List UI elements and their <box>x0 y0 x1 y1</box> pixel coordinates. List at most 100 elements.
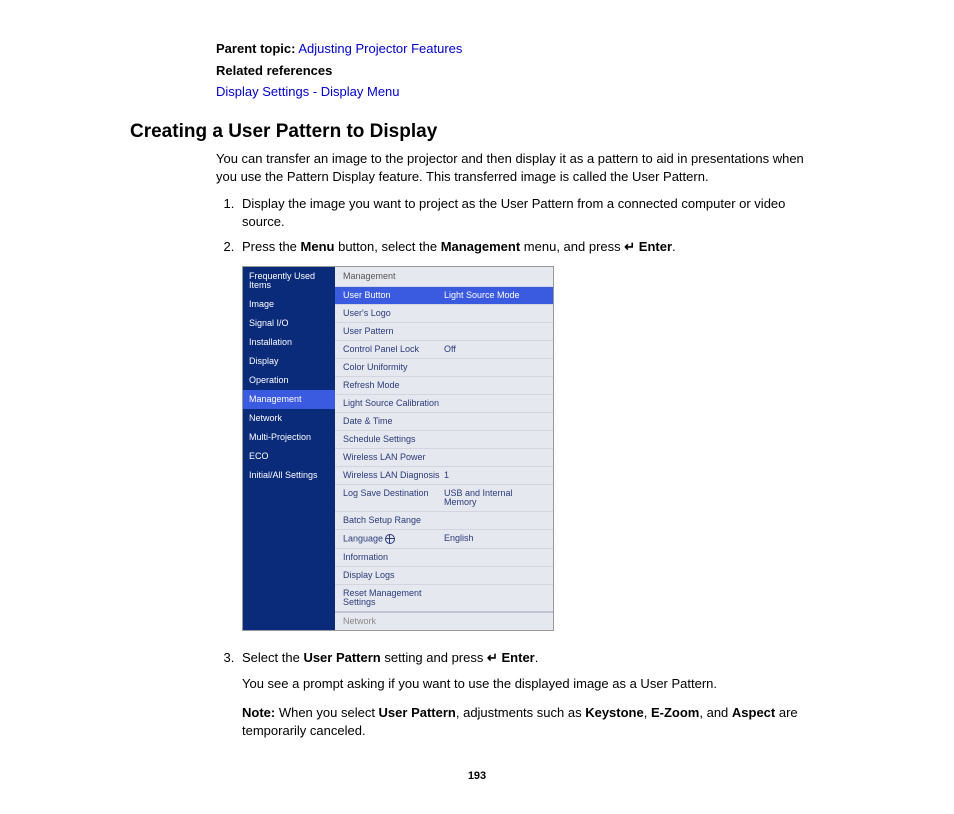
related-references-label: Related references <box>216 62 824 80</box>
menu-panel-item-label: User Button <box>343 291 444 300</box>
menu-panel-item-value <box>444 327 545 336</box>
menu-panel-item-value: USB and Internal Memory <box>444 489 545 507</box>
menu-panel-item: LanguageEnglish <box>335 529 553 548</box>
menu-panel-item-label: Display Logs <box>343 571 444 580</box>
step-3: Select the User Pattern setting and pres… <box>238 649 824 739</box>
step-2-text-a: Press the <box>242 239 301 254</box>
menu-sidebar-item: Management <box>243 390 335 409</box>
menu-panel-header: Management <box>335 267 553 286</box>
menu-panel-item: User's Logo <box>335 304 553 322</box>
intro-paragraph: You can transfer an image to the project… <box>216 150 824 185</box>
menu-panel-item-value <box>444 363 545 372</box>
step-3-text-a: Select the <box>242 650 303 665</box>
menu-panel-item: User Pattern <box>335 322 553 340</box>
page-title: Creating a User Pattern to Display <box>130 119 824 145</box>
step-2-text-e: menu, and press <box>520 239 624 254</box>
step-2-end: . <box>672 239 676 254</box>
menu-panel-item-value <box>444 589 545 607</box>
note-label: Note: <box>242 705 275 720</box>
note-user-pattern-bold: User Pattern <box>379 705 456 720</box>
step-2-text-c: button, select the <box>334 239 440 254</box>
menu-panel-item-label: Wireless LAN Diagnosis <box>343 471 444 480</box>
step-2-enter-bold: Enter <box>639 239 672 254</box>
enter-icon: ↵ <box>487 650 498 665</box>
menu-panel-item: Wireless LAN Power <box>335 448 553 466</box>
note-keystone-bold: Keystone <box>585 705 644 720</box>
menu-panel-item: Refresh Mode <box>335 376 553 394</box>
menu-panel-item-value: 1 <box>444 471 545 480</box>
menu-panel-item: Date & Time <box>335 412 553 430</box>
menu-panel-item-label: Reset Management Settings <box>343 589 444 607</box>
menu-sidebar-item: Operation <box>243 371 335 390</box>
related-references-link[interactable]: Display Settings - Display Menu <box>216 84 400 99</box>
menu-panel-item-value <box>444 399 545 408</box>
menu-panel-item: Schedule Settings <box>335 430 553 448</box>
note-aspect-bold: Aspect <box>732 705 775 720</box>
menu-panel-item: Control Panel LockOff <box>335 340 553 358</box>
menu-sidebar-item: Installation <box>243 333 335 352</box>
menu-panel-item-value <box>444 381 545 390</box>
menu-panel-item-label: Light Source Calibration <box>343 399 444 408</box>
top-metadata: Parent topic: Adjusting Projector Featur… <box>216 40 824 101</box>
menu-panel-item-label: Wireless LAN Power <box>343 453 444 462</box>
step-1: Display the image you want to project as… <box>238 195 824 230</box>
step-3-end: . <box>535 650 539 665</box>
menu-sidebar-item: Display <box>243 352 335 371</box>
note-ezoom-bold: E-Zoom <box>651 705 699 720</box>
menu-panel-item: Color Uniformity <box>335 358 553 376</box>
menu-sidebar-item: Network <box>243 409 335 428</box>
menu-panel-item: Wireless LAN Diagnosis1 <box>335 466 553 484</box>
step-2: Press the Menu button, select the Manage… <box>238 238 824 631</box>
menu-panel-footer: Network <box>335 611 553 630</box>
menu-panel-item-value <box>444 553 545 562</box>
menu-panel: Management User ButtonLight Source ModeU… <box>335 267 553 630</box>
menu-panel-item-value <box>444 309 545 318</box>
menu-sidebar-item: Signal I/O <box>243 314 335 333</box>
page-number: 193 <box>130 769 824 784</box>
menu-panel-item-label: User Pattern <box>343 327 444 336</box>
menu-panel-item-label: Log Save Destination <box>343 489 444 507</box>
step-3-enter-bold: Enter <box>502 650 535 665</box>
menu-panel-item-value: Off <box>444 345 545 354</box>
step-3-text-c: setting and press <box>381 650 487 665</box>
menu-panel-item-value <box>444 417 545 426</box>
globe-icon <box>385 534 395 544</box>
enter-icon: ↵ <box>624 239 635 254</box>
menu-panel-item-label: Language <box>343 534 444 544</box>
menu-sidebar-item: Frequently Used Items <box>243 267 335 295</box>
menu-panel-item-label: Control Panel Lock <box>343 345 444 354</box>
menu-panel-item: Log Save DestinationUSB and Internal Mem… <box>335 484 553 511</box>
parent-topic-label: Parent topic: <box>216 41 295 56</box>
menu-sidebar-item: Image <box>243 295 335 314</box>
menu-panel-item: User ButtonLight Source Mode <box>335 286 553 304</box>
menu-panel-item: Light Source Calibration <box>335 394 553 412</box>
menu-panel-item-value <box>444 516 545 525</box>
menu-panel-item-label: Refresh Mode <box>343 381 444 390</box>
menu-panel-footer-label: Network <box>343 617 545 626</box>
menu-panel-item-label: Date & Time <box>343 417 444 426</box>
menu-panel-item-value <box>444 571 545 580</box>
menu-panel-item-label: Color Uniformity <box>343 363 444 372</box>
step-3-subtext: You see a prompt asking if you want to u… <box>242 675 824 693</box>
menu-panel-item: Reset Management Settings <box>335 584 553 611</box>
parent-topic-link[interactable]: Adjusting Projector Features <box>298 41 462 56</box>
menu-panel-item: Display Logs <box>335 566 553 584</box>
note-text-h: , and <box>699 705 732 720</box>
menu-sidebar-item: ECO <box>243 447 335 466</box>
menu-panel-item-label: Schedule Settings <box>343 435 444 444</box>
menu-sidebar-item: Multi-Projection <box>243 428 335 447</box>
menu-panel-item-value: Light Source Mode <box>444 291 545 300</box>
steps-list: Display the image you want to project as… <box>216 195 824 739</box>
menu-sidebar-item: Initial/All Settings <box>243 466 335 485</box>
note-text-f: , <box>644 705 651 720</box>
step-2-menu-bold: Menu <box>301 239 335 254</box>
note-text-d: , adjustments such as <box>456 705 585 720</box>
menu-panel-item-value <box>444 435 545 444</box>
menu-panel-item-value <box>444 453 545 462</box>
note-block: Note: When you select User Pattern, adju… <box>242 704 824 739</box>
menu-panel-item-label: User's Logo <box>343 309 444 318</box>
projector-menu-screenshot: Frequently Used ItemsImageSignal I/OInst… <box>242 266 554 631</box>
step-2-management-bold: Management <box>441 239 520 254</box>
menu-panel-item: Information <box>335 548 553 566</box>
menu-panel-item: Batch Setup Range <box>335 511 553 529</box>
